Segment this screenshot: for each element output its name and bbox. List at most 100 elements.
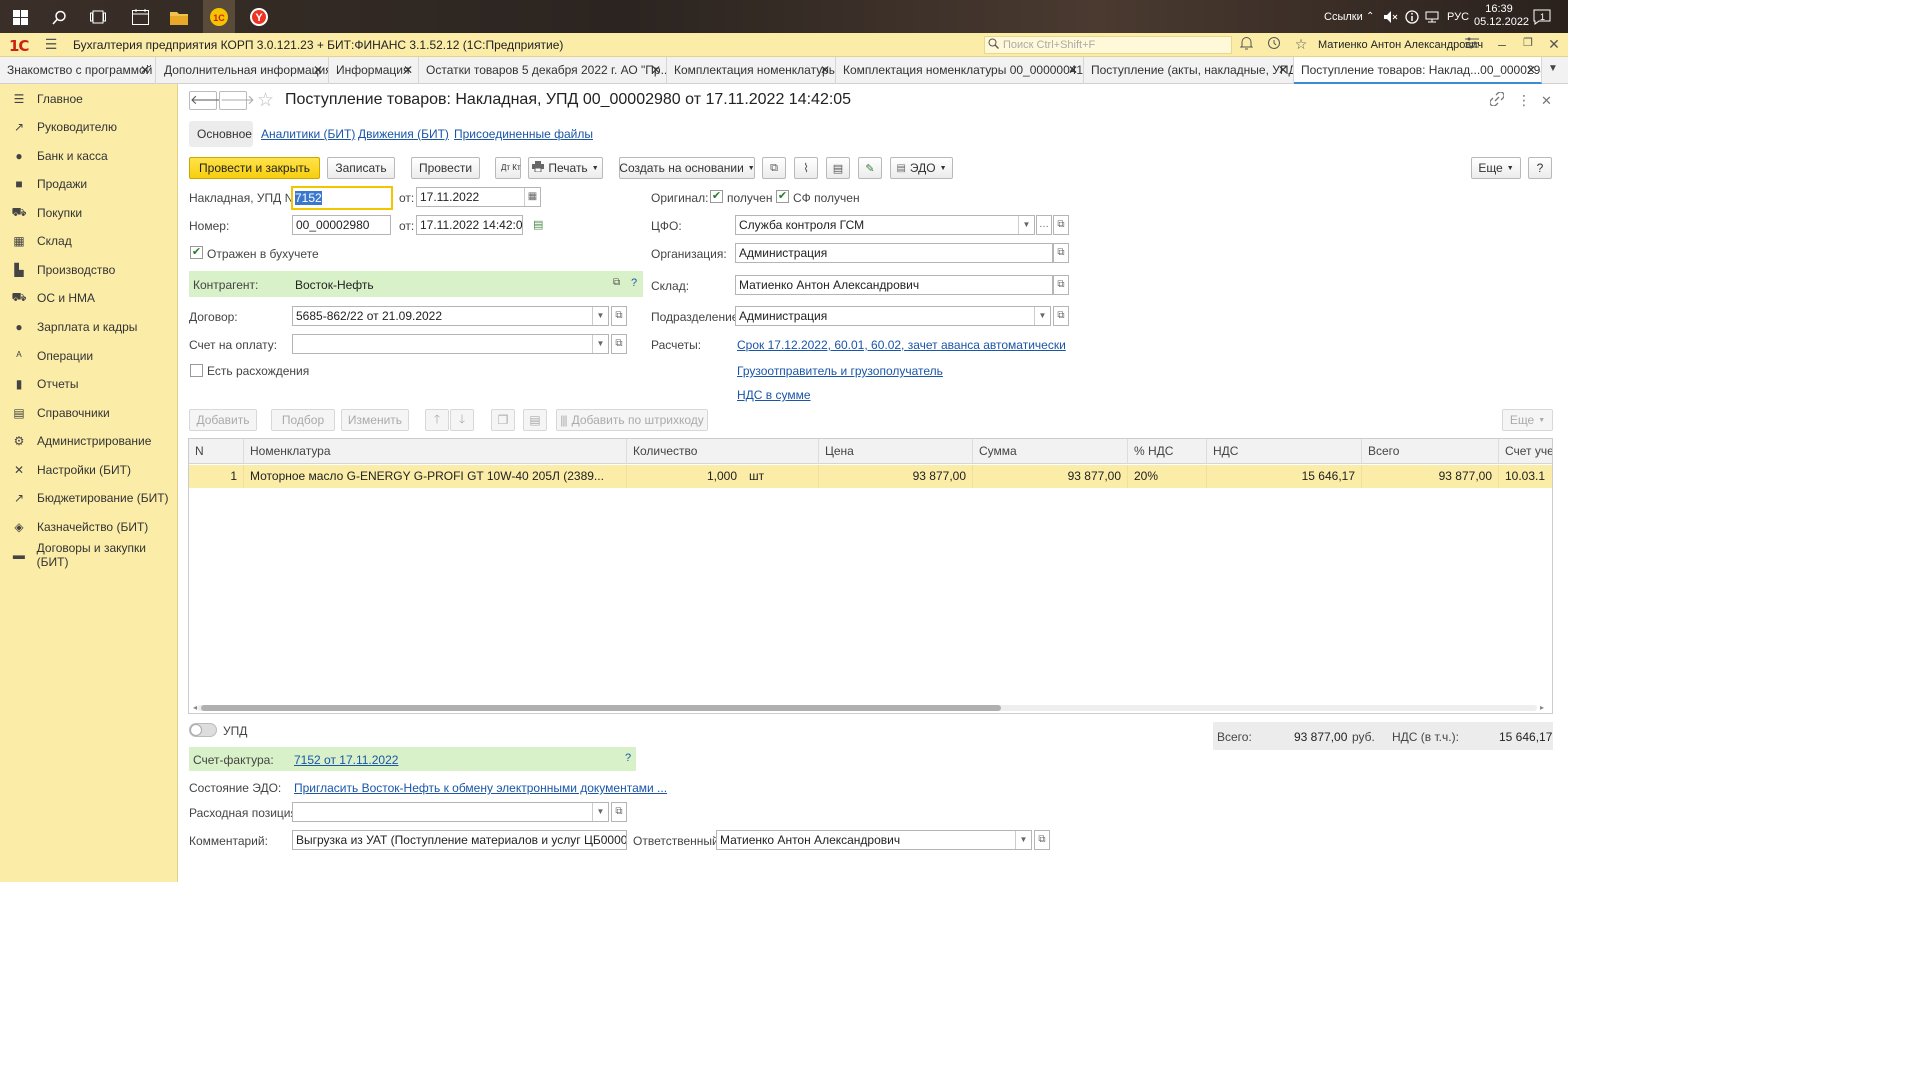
volume-muted-icon[interactable] <box>1384 0 1398 33</box>
task-view-icon[interactable] <box>86 5 110 29</box>
open-icon[interactable]: ⧉ <box>613 277 620 288</box>
organization-open-icon[interactable]: ⧉ <box>1053 243 1069 263</box>
copy-row-button[interactable]: ❐ <box>491 409 515 431</box>
notifications-icon[interactable]: 1 <box>1533 0 1551 33</box>
link-icon[interactable] <box>1489 91 1505 109</box>
network-icon[interactable] <box>1425 0 1439 33</box>
current-user[interactable]: Матиенко Антон Александрович <box>1318 39 1483 51</box>
chevron-down-icon[interactable]: ▼ <box>1034 307 1050 325</box>
settlements-link[interactable]: Срок 17.12.2022, 60.01, 60.02, зачет ава… <box>737 338 1066 352</box>
attach-button[interactable]: ⌇ <box>794 157 818 179</box>
invoice-number-input[interactable]: 7152 <box>291 186 393 210</box>
main-menu-icon[interactable]: ☰ <box>42 36 60 54</box>
app-1c-taskbar-icon[interactable]: 1С <box>203 0 235 33</box>
subtab-movements[interactable]: Движения (БИТ) <box>358 127 449 147</box>
cell-nomenclature[interactable]: Моторное масло G-ENERGY G-PROFI GT 10W-4… <box>244 465 627 488</box>
calendar-icon[interactable]: ▦ <box>524 188 540 206</box>
search-icon[interactable] <box>47 5 71 29</box>
col-header-total[interactable]: Всего <box>1362 439 1499 464</box>
tab-receipts-list[interactable]: Поступление (акты, накладные, УПД) ✕ <box>1084 57 1294 84</box>
sidebar-item-bank[interactable]: ● Банк и касса <box>0 142 178 170</box>
edit-button[interactable]: Изменить <box>341 409 409 431</box>
expense-open-icon[interactable]: ⧉ <box>611 802 627 822</box>
forward-button[interactable]: 🡒 <box>219 91 255 110</box>
taskbar-links[interactable]: Ссылки <box>1324 0 1363 33</box>
chevron-up-icon[interactable]: ⌃ <box>1366 0 1374 33</box>
col-header-account[interactable]: Счет учет <box>1499 439 1552 464</box>
shipper-consignee-link[interactable]: Грузоотправитель и грузополучатель <box>737 364 943 378</box>
sidebar-item-main[interactable]: ☰ Главное <box>0 85 178 113</box>
tab-bundling-doc[interactable]: Комплектация номенклатуры 00_00000041 ..… <box>836 57 1084 84</box>
sidebar-item-bit-settings[interactable]: ✕ Настройки (БИТ) <box>0 456 178 484</box>
close-icon[interactable]: ✕ <box>1068 63 1078 77</box>
tab-current-document[interactable]: Поступление товаров: Наклад...00_0000298… <box>1294 57 1542 84</box>
chevron-down-icon[interactable]: ▼ <box>592 335 608 353</box>
cell-vat-rate[interactable]: 20% <box>1128 465 1207 488</box>
post-button[interactable]: Провести <box>411 157 480 179</box>
more-button[interactable]: Еще ▼ <box>1471 157 1521 179</box>
tab-stock-balance[interactable]: Остатки товаров 5 декабря 2022 г. АО "Пр… <box>419 57 667 84</box>
invoice-date-input[interactable]: 17.11.2022 ▦ <box>416 187 541 207</box>
sidebar-item-fixed-assets[interactable]: ⛟ ОС и НМА <box>0 284 178 312</box>
sidebar-item-admin[interactable]: ⚙ Администрирование <box>0 427 178 455</box>
close-icon[interactable]: ✕ <box>313 63 323 77</box>
post-and-close-button[interactable]: Провести и закрыть <box>189 157 320 179</box>
responsible-open-icon[interactable]: ⧉ <box>1034 830 1050 850</box>
comment-input[interactable]: Выгрузка из УАТ (Поступление материалов … <box>292 830 627 850</box>
help-question-icon[interactable]: ? <box>631 277 637 289</box>
cell-n[interactable]: 1 <box>189 465 244 488</box>
sidebar-item-production[interactable]: ▙ Производство <box>0 256 178 284</box>
print-button[interactable]: Печать ▼ <box>528 157 603 179</box>
col-header-price[interactable]: Цена <box>819 439 973 464</box>
number-date-input[interactable]: 17.11.2022 14:42:05 <box>416 215 523 235</box>
cfo-input[interactable]: Служба контроля ГСМ ▼ <box>735 215 1035 235</box>
dt-kt-button[interactable]: Дт Кт <box>495 157 521 179</box>
cell-quantity[interactable]: 1,000 <box>627 465 743 488</box>
contract-input[interactable]: 5685-862/22 от 21.09.2022 ▼ <box>292 306 609 326</box>
sf-received-checkbox[interactable]: ✔ <box>776 190 789 203</box>
help-question-icon[interactable]: ? <box>625 752 631 764</box>
col-header-vat-rate[interactable]: % НДС <box>1128 439 1207 464</box>
upd-toggle[interactable] <box>189 723 217 737</box>
department-input[interactable]: Администрация ▼ <box>735 306 1051 326</box>
warehouse-open-icon[interactable]: ⧉ <box>1053 275 1069 295</box>
calendar-time-icon[interactable]: ▤ <box>533 218 543 231</box>
cell-price[interactable]: 93 877,00 <box>819 465 973 488</box>
responsible-input[interactable]: Матиенко Антон Александрович ▼ <box>716 830 1032 850</box>
close-icon[interactable]: ✕ <box>651 63 661 77</box>
tab-info[interactable]: Информация ✕ <box>329 57 419 84</box>
global-search-input[interactable]: Поиск Ctrl+Shift+F <box>984 36 1232 54</box>
history-icon[interactable] <box>1265 36 1283 54</box>
warehouse-input[interactable]: Матиенко Антон Александрович <box>735 275 1053 295</box>
sign-button[interactable]: ✎ <box>858 157 882 179</box>
close-form-icon[interactable]: ✕ <box>1541 93 1552 109</box>
cell-total[interactable]: 93 877,00 <box>1362 465 1499 488</box>
counterparty-value[interactable]: Восток-Нефть <box>295 278 374 292</box>
subtab-attached-files[interactable]: Присоединенные файлы <box>454 127 593 147</box>
col-header-sum[interactable]: Сумма <box>973 439 1128 464</box>
tab-bundling[interactable]: Комплектация номенклатуры ✕ <box>667 57 836 84</box>
chevron-down-icon[interactable]: ▼ <box>1015 831 1031 849</box>
info-icon[interactable] <box>1405 0 1419 33</box>
close-icon[interactable]: ✕ <box>1526 63 1536 77</box>
favorite-star-icon[interactable]: ☆ <box>257 89 274 112</box>
yandex-browser-icon[interactable]: Y <box>247 5 271 29</box>
sidebar-item-sales[interactable]: ■ Продажи <box>0 170 178 198</box>
windows-start-icon[interactable] <box>8 5 32 29</box>
clock[interactable]: 16:39 05.12.2022 <box>1474 3 1529 29</box>
settings-icon[interactable] <box>1463 36 1481 54</box>
add-row-button[interactable]: Добавить <box>189 409 257 431</box>
cfo-open-icon[interactable]: ⧉ <box>1053 215 1069 235</box>
add-by-barcode-button[interactable]: ||| Добавить по штрихкоду <box>556 409 708 431</box>
cfo-select-icon[interactable]: … <box>1036 215 1052 235</box>
move-up-button[interactable]: 🡑 <box>425 409 449 431</box>
close-app-icon[interactable]: ✕ <box>1545 36 1563 54</box>
tab-intro[interactable]: Знакомство с программой ✕ <box>0 57 156 84</box>
tab-additional-info[interactable]: Дополнительная информация ✕ <box>157 57 329 84</box>
sidebar-item-treasury[interactable]: ◈ Казначейство (БИТ) <box>0 513 178 541</box>
tabs-overflow-chevron-icon[interactable]: ▼ <box>1548 63 1558 74</box>
horizontal-scrollbar-thumb[interactable] <box>201 705 1001 711</box>
structure-button[interactable]: ⧉ <box>762 157 786 179</box>
sf-link[interactable]: 7152 от 17.11.2022 <box>294 753 398 767</box>
sidebar-item-reports[interactable]: ▮ Отчеты <box>0 370 178 398</box>
